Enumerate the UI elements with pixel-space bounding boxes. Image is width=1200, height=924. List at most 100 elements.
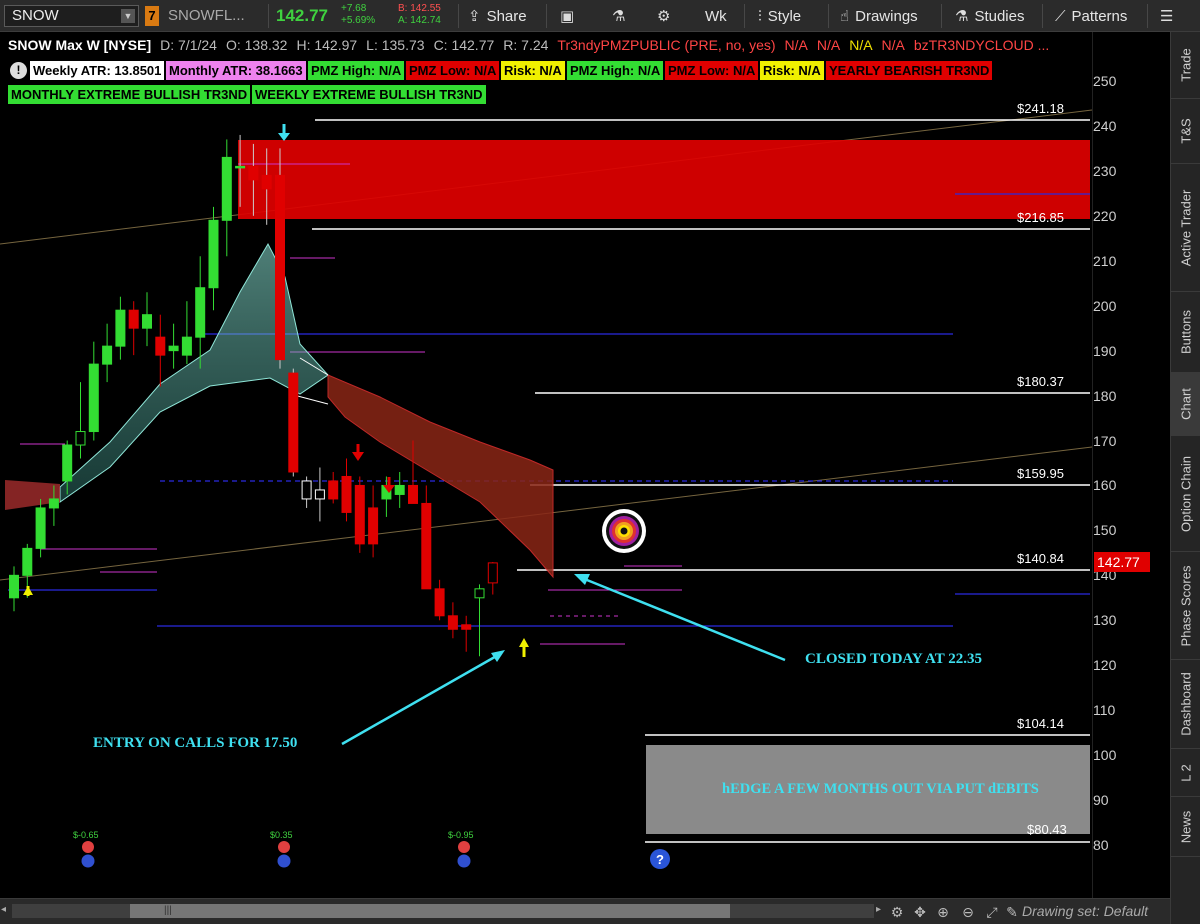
scroll-right-icon[interactable]: ▸ <box>876 904 881 915</box>
earnings-markers[interactable]: ? <box>81 841 671 869</box>
supply-zone[interactable] <box>238 140 1090 219</box>
candle[interactable] <box>195 256 206 369</box>
style-button[interactable]: ⫶ Style <box>758 0 801 32</box>
candle[interactable] <box>354 476 365 553</box>
candle[interactable] <box>447 602 458 639</box>
sidebar-tab-dashboard[interactable]: Dashboard <box>1171 660 1200 749</box>
sidebar-tab-option-chain[interactable]: Option Chain <box>1171 436 1200 552</box>
candle-body <box>88 363 99 433</box>
sidebar-tab-label: L 2 <box>1178 763 1194 782</box>
sidebar-tab-label: Phase Scores <box>1178 565 1194 646</box>
notebook-icon: ▣ <box>560 8 575 25</box>
symbol-dropdown-icon[interactable]: ▼ <box>121 9 135 23</box>
yellow-arrow-up-icon <box>519 638 529 647</box>
earnings-marker[interactable] <box>81 841 95 868</box>
candle[interactable] <box>314 467 325 522</box>
toolbar-divider <box>1147 4 1148 28</box>
symbol-input[interactable]: SNOW ▼ <box>4 5 139 27</box>
zoom-in-icon[interactable]: ⊕ <box>934 903 952 921</box>
earnings-marker[interactable] <box>457 841 471 868</box>
zoom-out-icon[interactable]: ⊖ <box>959 903 977 921</box>
scroll-left-icon[interactable]: ◂ <box>1 904 6 915</box>
candle[interactable] <box>181 301 192 365</box>
drawing-set-label[interactable]: Drawing set: Default <box>1022 903 1148 919</box>
candle[interactable] <box>341 458 352 522</box>
candle-body <box>115 309 126 347</box>
study-name[interactable]: Tr3ndyPMZPUBLIC (PRE, no, yes) <box>557 37 775 53</box>
candle-body <box>221 156 232 221</box>
sidebar-tab-buttons[interactable]: Buttons <box>1171 292 1200 373</box>
link-group-badge[interactable]: 7 <box>145 6 159 26</box>
bar-date: D: 7/1/24 <box>160 37 217 53</box>
candle[interactable] <box>275 148 285 369</box>
candle[interactable] <box>328 471 339 504</box>
studies-button[interactable]: ⚗ Studies <box>955 0 1025 32</box>
sidebar-tab-chart[interactable]: Chart <box>1171 373 1200 436</box>
candle[interactable] <box>128 301 139 356</box>
more-options-button[interactable]: ☰ <box>1160 0 1179 32</box>
price-tick-label: 240 <box>1093 117 1117 134</box>
candle[interactable] <box>288 368 299 477</box>
candle[interactable] <box>368 485 379 558</box>
patterns-button[interactable]: ⟋ Patterns <box>1055 0 1127 32</box>
candle-body <box>261 174 272 190</box>
sidebar-tab-label: Active Trader <box>1178 189 1194 266</box>
candle[interactable] <box>88 341 99 441</box>
level-label-180: $180.37 <box>1017 374 1064 389</box>
scrollbar-track[interactable]: ||| <box>12 904 874 918</box>
sidebar-tab-active-trader[interactable]: Active Trader <box>1171 164 1200 292</box>
study-name-2[interactable]: bzTR3NDYCLOUD ... <box>914 37 1049 53</box>
candle[interactable] <box>434 579 445 621</box>
candle[interactable] <box>9 566 19 612</box>
candle[interactable] <box>142 292 152 347</box>
settings-button[interactable]: ⚙ <box>657 0 676 32</box>
patterns-label: Patterns <box>1071 7 1128 25</box>
drawing-tools-icon[interactable]: ✎ <box>1003 903 1021 921</box>
chart-area[interactable]: ? SNOW Max W [NYSE] D: 7/1/24 O: 138.32 … <box>0 32 1092 898</box>
candle[interactable] <box>221 139 232 257</box>
price-axis[interactable]: 250 240 230 220 210 200 190 180 170 160 150 140 130 1… <box>1092 32 1170 898</box>
candle[interactable] <box>421 485 432 590</box>
chart-settings-icon[interactable]: ⚙ <box>888 903 906 921</box>
sidebar-tab-trade[interactable]: Trade <box>1171 32 1200 99</box>
candle[interactable] <box>75 382 86 459</box>
candle[interactable] <box>155 314 166 387</box>
share-button[interactable]: ⇪ Share <box>468 0 527 32</box>
candle[interactable] <box>474 584 485 657</box>
candle[interactable] <box>102 323 113 383</box>
sidebar-tab-t-s[interactable]: T&S <box>1171 99 1200 164</box>
price-tick-label: 220 <box>1093 207 1117 224</box>
drawings-button[interactable]: ☝ Drawings <box>840 0 918 32</box>
candle[interactable] <box>301 476 312 508</box>
pan-icon[interactable]: ✥ <box>911 903 929 921</box>
candle-body <box>9 574 19 599</box>
period-button[interactable]: Wk <box>705 0 727 32</box>
notebook-button[interactable]: ▣ <box>560 0 580 32</box>
sidebar-tab-phase-scores[interactable]: Phase Scores <box>1171 552 1200 660</box>
candle[interactable] <box>35 498 46 558</box>
flask-icon: ⚗ <box>612 8 626 25</box>
candle[interactable] <box>394 471 405 508</box>
candle[interactable] <box>461 615 472 652</box>
scrollbar-thumb[interactable]: ||| <box>130 904 730 918</box>
flask-button[interactable]: ⚗ <box>612 0 631 32</box>
period-label: Wk <box>705 7 727 25</box>
candle-body <box>354 484 365 545</box>
info-icon[interactable]: ! <box>10 62 27 79</box>
candle-body <box>35 507 46 549</box>
candle[interactable] <box>487 561 498 595</box>
earnings-marker[interactable] <box>277 841 291 868</box>
candle[interactable] <box>208 206 219 311</box>
patterns-icon: ⟋ <box>1055 7 1066 25</box>
candle[interactable] <box>115 296 126 360</box>
zoom-fit-icon[interactable]: ⤢ <box>983 903 1001 921</box>
share-icon: ⇪ <box>468 8 481 25</box>
toolbar-divider <box>828 4 829 28</box>
annotation-arrows <box>341 574 786 746</box>
candle-body <box>408 484 418 504</box>
sidebar-tab-l-2[interactable]: L 2 <box>1171 749 1200 797</box>
sidebar-tab-news[interactable]: News <box>1171 797 1200 857</box>
price-tick-label: 150 <box>1093 522 1117 539</box>
candle[interactable] <box>168 323 179 369</box>
share-label: Share <box>486 7 527 25</box>
